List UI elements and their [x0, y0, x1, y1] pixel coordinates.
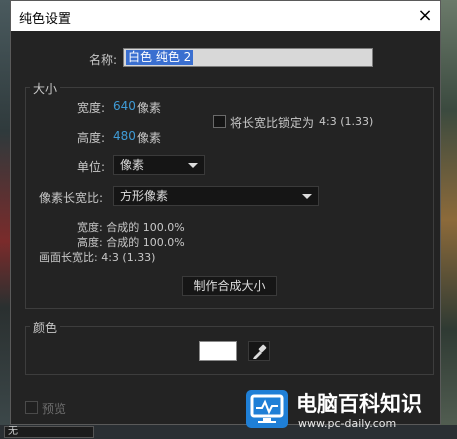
chevron-down-icon: [188, 163, 198, 168]
watermark-url: www.pc-daily.com: [298, 417, 397, 430]
name-value: 白色 纯色 2: [126, 50, 194, 65]
width-label: 宽度:: [77, 101, 106, 115]
info-width: 宽度: 合成的 100.0%: [77, 221, 185, 234]
pixel-aspect-dropdown[interactable]: 方形像素: [113, 186, 319, 206]
color-section-title: 颜色: [30, 319, 61, 336]
info-height: 高度: 合成的 100.0%: [77, 236, 185, 249]
pixel-aspect-label: 像素长宽比:: [39, 191, 104, 205]
background-left-strip: [0, 0, 10, 439]
solid-settings-dialog: 纯色设置 × 名称: 白色 纯色 2 大小 宽度: 640 像素 将长宽比锁定为…: [10, 0, 441, 425]
lock-aspect-checkbox[interactable]: [213, 115, 226, 128]
dialog-title: 纯色设置: [19, 12, 72, 27]
size-section-title: 大小: [30, 80, 61, 97]
eyedropper-button[interactable]: [248, 341, 270, 361]
watermark: 电脑百科知识 www.pc-daily.com: [240, 384, 457, 439]
preview-label: 预览: [42, 402, 67, 416]
height-unit: 像素: [137, 131, 162, 145]
eyedropper-icon: [253, 344, 267, 359]
background-right-strip: [441, 0, 457, 439]
lock-aspect-label: 将长宽比锁定为: [230, 116, 315, 130]
title-bar: 纯色设置 ×: [11, 1, 440, 31]
info-frame-aspect: 画面长宽比: 4:3 (1.33): [39, 251, 156, 264]
lock-aspect-ratio: 4:3 (1.33): [319, 115, 374, 128]
height-value[interactable]: 480: [113, 129, 136, 143]
height-label: 高度:: [77, 131, 106, 145]
color-swatch[interactable]: [199, 341, 237, 361]
chevron-down-icon: [302, 194, 312, 199]
preview-checkbox[interactable]: [25, 401, 38, 414]
width-value[interactable]: 640: [113, 99, 136, 113]
watermark-title: 电脑百科知识: [296, 392, 422, 416]
width-unit: 像素: [137, 101, 162, 115]
unit-dropdown-value: 像素: [120, 158, 145, 172]
make-comp-size-button[interactable]: 制作合成大小: [182, 276, 277, 296]
name-input[interactable]: 白色 纯色 2: [123, 48, 373, 67]
unit-dropdown[interactable]: 像素: [113, 155, 205, 175]
monitor-logo-icon: [246, 390, 288, 428]
unit-label: 单位:: [77, 160, 106, 174]
close-icon[interactable]: ×: [410, 1, 440, 31]
background-field[interactable]: 无: [4, 426, 94, 438]
pixel-aspect-value: 方形像素: [120, 189, 169, 203]
name-label: 名称:: [89, 53, 118, 67]
